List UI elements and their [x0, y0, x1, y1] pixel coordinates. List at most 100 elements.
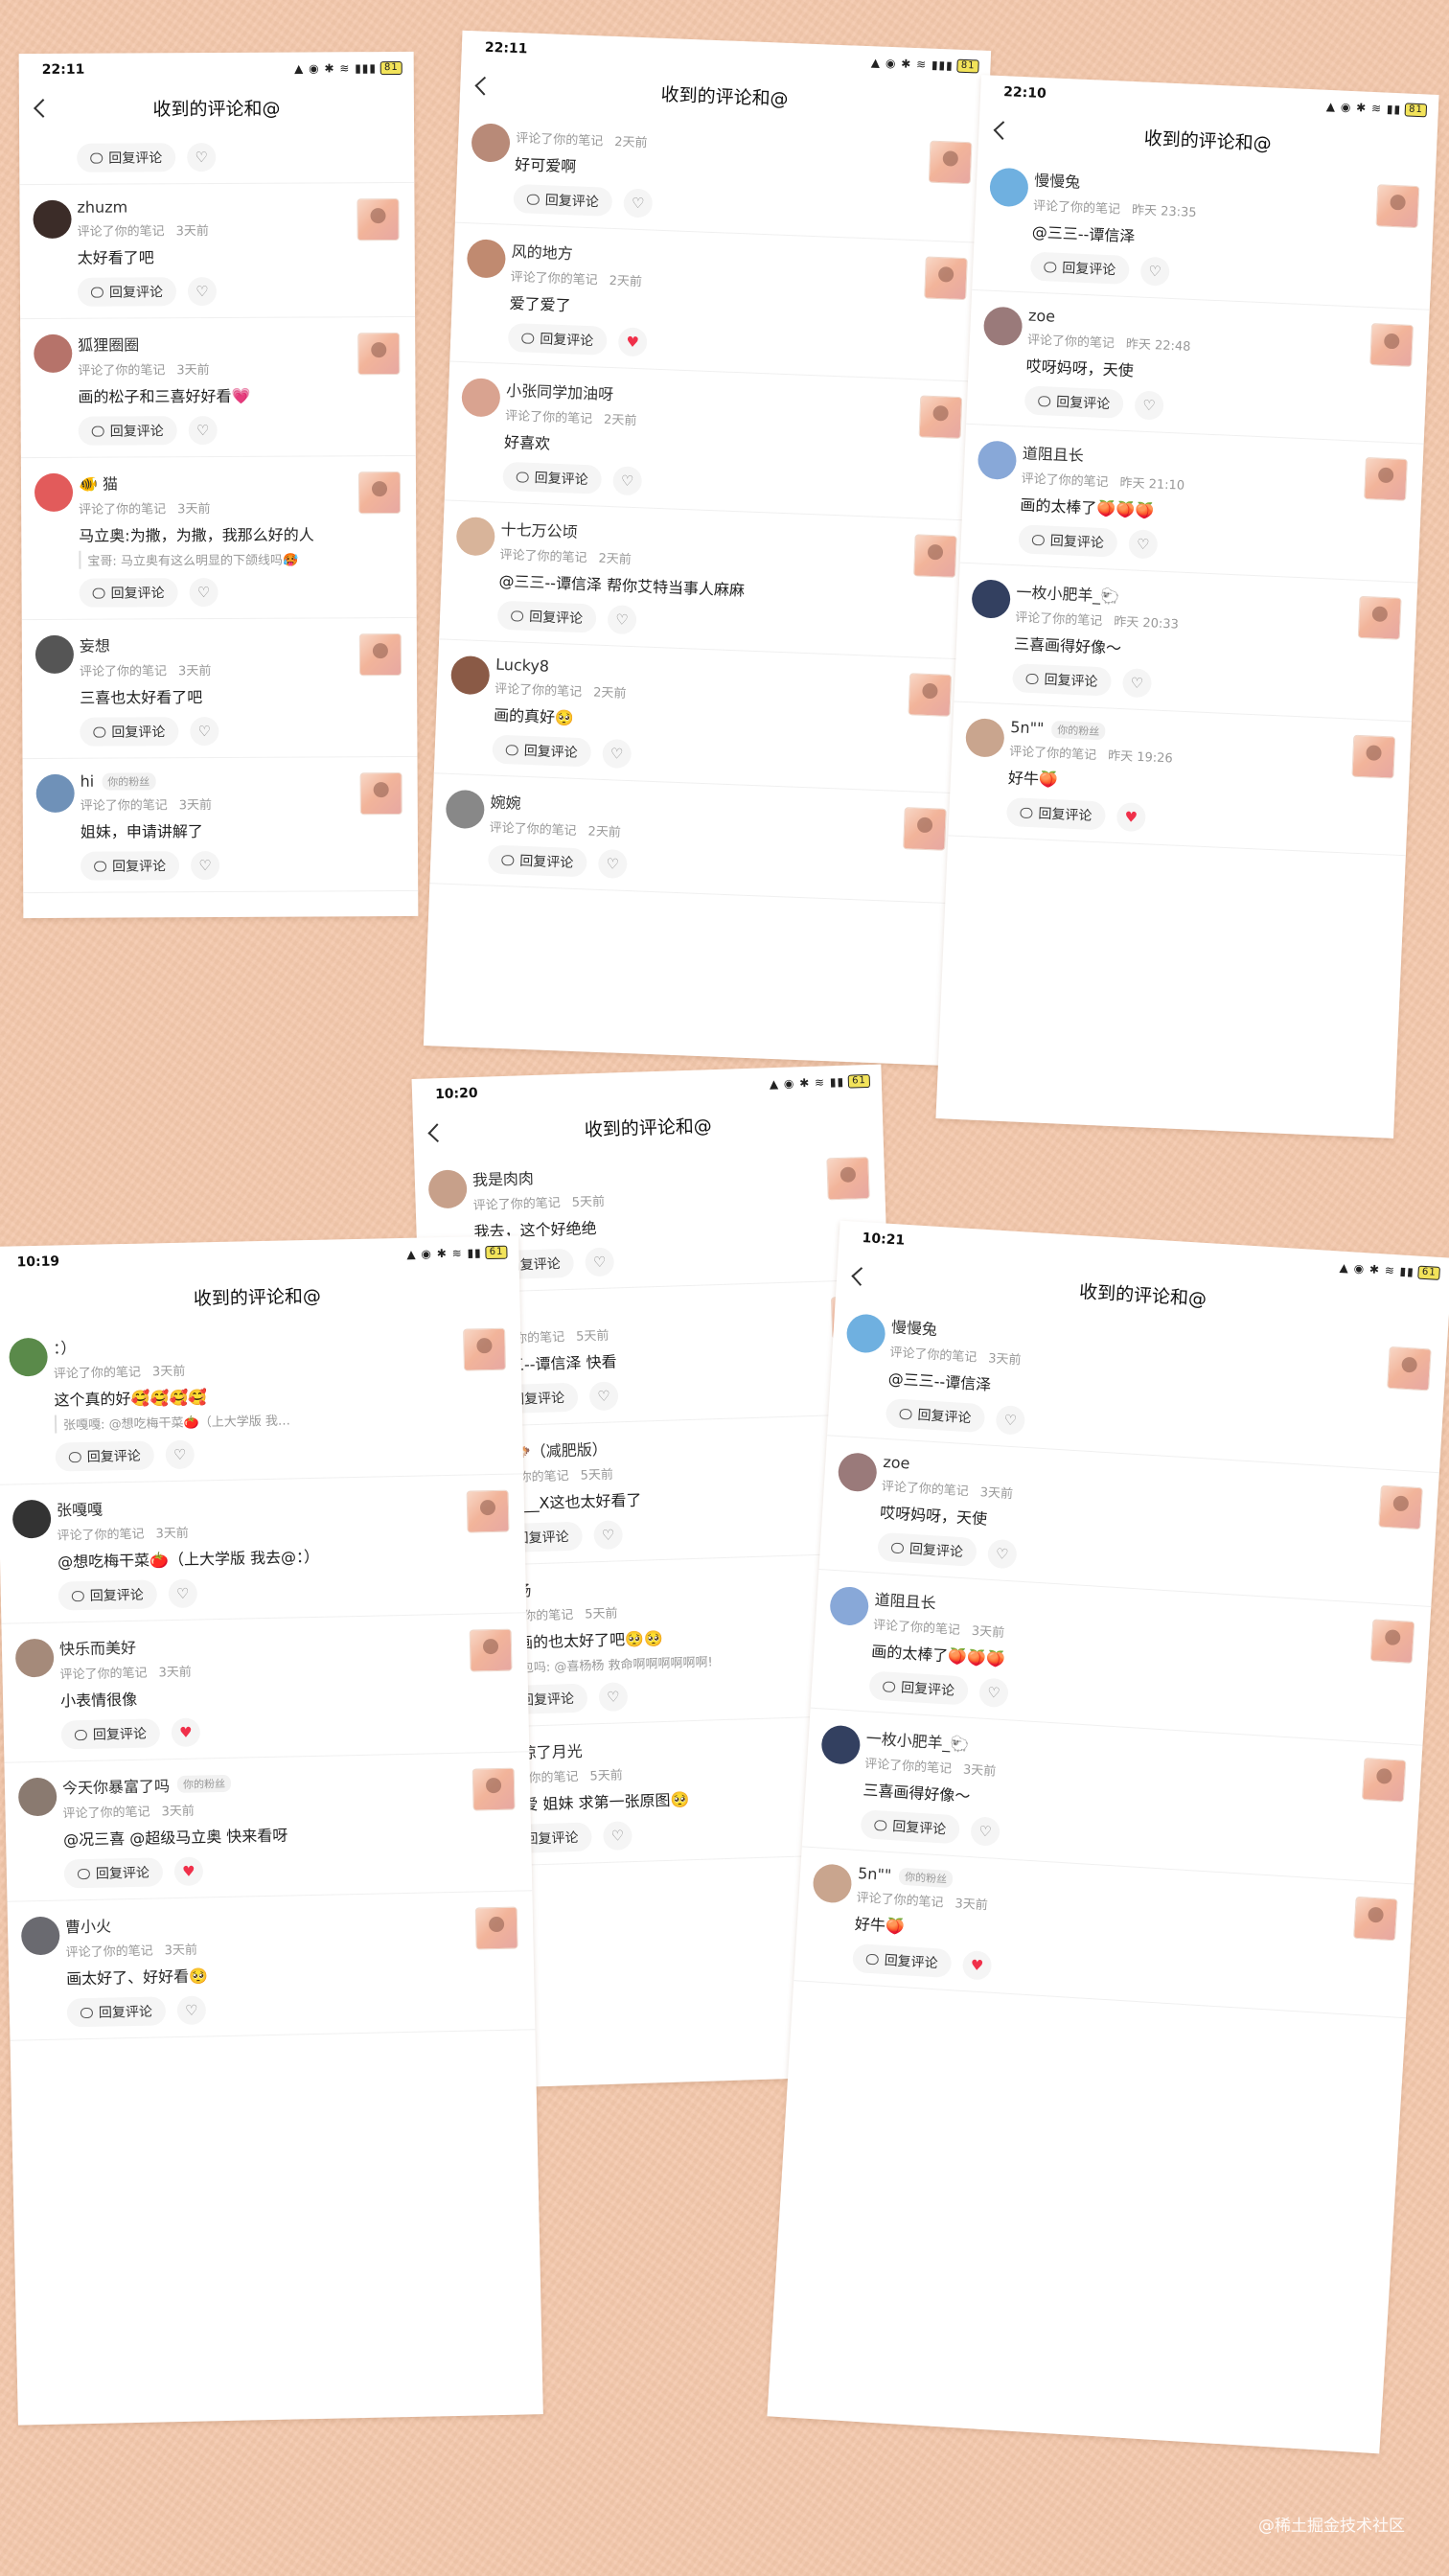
note-thumbnail[interactable]	[463, 1327, 506, 1371]
reply-button[interactable]: 回复评论	[487, 844, 587, 878]
reply-button[interactable]: 回复评论	[58, 1579, 158, 1611]
avatar[interactable]	[34, 334, 73, 374]
avatar[interactable]	[466, 239, 507, 279]
note-thumbnail[interactable]	[908, 673, 953, 717]
reply-button[interactable]: 回复评论	[79, 578, 178, 608]
username[interactable]: 曹小火	[65, 1913, 112, 1937]
reply-button[interactable]: 回复评论	[80, 717, 179, 747]
like-heart-icon[interactable]: ♡	[165, 1439, 196, 1470]
avatar[interactable]	[17, 1777, 58, 1817]
avatar[interactable]	[33, 199, 72, 240]
note-thumbnail[interactable]	[1357, 595, 1402, 640]
like-heart-icon[interactable]: ♡	[612, 466, 643, 496]
username[interactable]: hi	[80, 772, 95, 791]
note-thumbnail[interactable]	[1364, 456, 1408, 501]
username[interactable]: 张嘎嘎	[57, 1497, 104, 1521]
avatar[interactable]	[12, 1499, 52, 1539]
reply-button[interactable]: 回复评论	[1024, 385, 1124, 419]
like-heart-icon[interactable]: ♡	[602, 738, 632, 770]
username[interactable]: 十七万公顷	[500, 517, 578, 542]
like-heart-icon[interactable]: ♡	[190, 717, 219, 747]
avatar[interactable]	[989, 167, 1029, 208]
like-heart-icon[interactable]: ♡	[607, 605, 637, 635]
like-heart-icon[interactable]: ♡	[1134, 390, 1164, 421]
reply-button[interactable]: 回复评论	[66, 1996, 167, 2028]
avatar[interactable]	[455, 516, 496, 557]
username[interactable]: Lucky8	[495, 656, 550, 676]
username[interactable]: ：）	[53, 1335, 77, 1358]
avatar[interactable]	[20, 1916, 60, 1956]
username[interactable]: 狐狸圈圈	[78, 332, 139, 355]
avatar[interactable]	[427, 1169, 468, 1209]
like-heart-icon[interactable]: ♡	[1121, 668, 1153, 699]
avatar[interactable]	[445, 789, 486, 830]
note-thumbnail[interactable]	[466, 1489, 510, 1533]
reply-button[interactable]: 回复评论	[80, 851, 180, 881]
like-heart-icon[interactable]: ♡	[602, 1821, 632, 1852]
note-thumbnail[interactable]	[357, 472, 402, 515]
reply-button[interactable]: 回复评论	[1029, 251, 1130, 286]
username[interactable]: 慢慢兔	[1034, 168, 1081, 193]
note-thumbnail[interactable]	[913, 534, 957, 578]
username[interactable]: 妄想	[80, 633, 110, 656]
note-thumbnail[interactable]	[359, 772, 402, 816]
note-thumbnail[interactable]	[928, 140, 973, 185]
username[interactable]: 一枚小肥羊_🐑	[1016, 579, 1120, 607]
reply-button[interactable]: 回复评论	[55, 1440, 155, 1472]
back-arrow-icon[interactable]	[851, 1267, 871, 1286]
note-thumbnail[interactable]	[1351, 734, 1396, 779]
username[interactable]: 5n""	[858, 1864, 892, 1884]
like-heart-icon[interactable]: ♡	[1128, 529, 1159, 560]
reply-button[interactable]: 回复评论	[513, 183, 613, 217]
like-heart-icon[interactable]: ♡	[191, 851, 220, 881]
username[interactable]: 一枚小肥羊_🐑	[865, 1725, 970, 1755]
like-heart-icon[interactable]: ♥	[961, 1949, 993, 1981]
username[interactable]: 5n""	[1010, 718, 1045, 738]
note-thumbnail[interactable]	[356, 198, 400, 242]
like-heart-icon[interactable]: ♥	[171, 1717, 201, 1748]
avatar[interactable]	[964, 718, 1005, 758]
username[interactable]: zoe	[1028, 306, 1056, 325]
like-heart-icon[interactable]: ♡	[187, 143, 217, 172]
reply-button[interactable]: 回复评论	[1018, 524, 1118, 558]
like-heart-icon[interactable]: ♡	[970, 1816, 1001, 1847]
username[interactable]: 今天你暴富了吗	[62, 1773, 170, 1798]
note-thumbnail[interactable]	[1353, 1896, 1398, 1942]
back-arrow-icon[interactable]	[34, 99, 53, 118]
username[interactable]: 快乐而美好	[59, 1635, 137, 1660]
username[interactable]: 🐠 猫	[79, 472, 118, 494]
username[interactable]: 道阻且长	[1022, 440, 1084, 466]
note-thumbnail[interactable]	[472, 1767, 516, 1811]
note-thumbnail[interactable]	[1361, 1758, 1407, 1803]
avatar[interactable]	[977, 440, 1018, 481]
like-heart-icon[interactable]: ♥	[173, 1856, 204, 1887]
note-thumbnail[interactable]	[1378, 1484, 1423, 1530]
username[interactable]: 婉婉	[490, 790, 521, 814]
note-thumbnail[interactable]	[358, 633, 402, 677]
avatar[interactable]	[34, 472, 74, 513]
like-heart-icon[interactable]: ♥	[617, 327, 648, 357]
avatar[interactable]	[829, 1585, 870, 1627]
avatar[interactable]	[812, 1863, 853, 1904]
reply-button[interactable]: 回复评论	[63, 1857, 164, 1889]
reply-button[interactable]: 回复评论	[851, 1943, 953, 1979]
note-thumbnail[interactable]	[1375, 184, 1420, 229]
reply-button[interactable]: 回复评论	[1005, 796, 1107, 831]
note-thumbnail[interactable]	[357, 333, 401, 376]
reply-button[interactable]: 回复评论	[877, 1531, 978, 1567]
reply-button[interactable]: 回复评论	[78, 416, 177, 446]
like-heart-icon[interactable]: ♡	[986, 1538, 1018, 1570]
reply-button[interactable]: 回复评论	[1011, 663, 1113, 697]
like-heart-icon[interactable]: ♡	[1139, 256, 1170, 287]
note-thumbnail[interactable]	[1369, 323, 1414, 367]
like-heart-icon[interactable]: ♥	[1116, 802, 1147, 833]
back-arrow-icon[interactable]	[993, 121, 1013, 141]
note-thumbnail[interactable]	[826, 1157, 870, 1201]
avatar[interactable]	[820, 1724, 862, 1765]
like-heart-icon[interactable]: ♡	[623, 188, 654, 218]
reply-button[interactable]: 回复评论	[60, 1718, 161, 1750]
avatar[interactable]	[971, 579, 1012, 619]
like-heart-icon[interactable]: ♡	[598, 1682, 629, 1713]
note-thumbnail[interactable]	[903, 807, 947, 851]
avatar[interactable]	[845, 1313, 886, 1354]
